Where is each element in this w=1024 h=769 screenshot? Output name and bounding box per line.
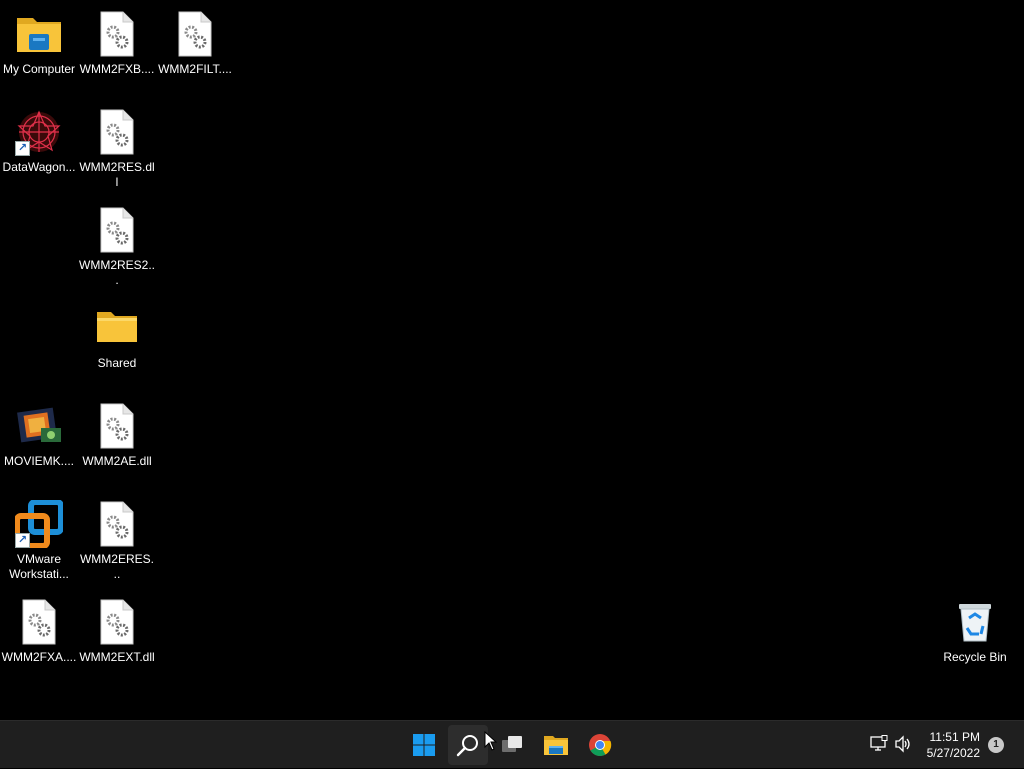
desktop-icon-shared-folder[interactable]: Shared (78, 298, 156, 394)
dll-file-icon (171, 10, 219, 58)
desktop-icon-wmm2filt[interactable]: WMM2FILT.... (156, 4, 234, 100)
system-tray: 11:51 PM 5/27/2022 1 (844, 721, 1024, 769)
desktop: My Computer ↗ DataWagon... MOVIEMK.... ↗… (0, 0, 1024, 720)
folder-icon (93, 304, 141, 352)
desktop-icon-label: WMM2FXB.... (79, 62, 155, 76)
taskbar: 11:51 PM 5/27/2022 1 (0, 720, 1024, 768)
chrome-button[interactable] (580, 725, 620, 765)
network-icon[interactable] (870, 735, 888, 758)
desktop-icon-label: VMware Workstati... (9, 552, 69, 581)
desktop-icon-wmm2res2[interactable]: WMM2RES2... (78, 200, 156, 296)
dll-file-icon (93, 598, 141, 646)
task-view-button[interactable] (492, 725, 532, 765)
recycle-bin-icon (951, 598, 999, 646)
desktop-icon-label: WMM2RES2... (79, 258, 156, 287)
dll-file-icon (93, 10, 141, 58)
mouse-cursor-icon (484, 731, 498, 751)
file-explorer-icon (544, 736, 568, 755)
desktop-icon-label: WMM2EXT.dll (79, 650, 155, 664)
dll-file-icon (93, 402, 141, 450)
moviemaker-app-icon (15, 402, 63, 450)
vmware-app-icon: ↗ (14, 499, 64, 549)
desktop-icon-moviemaker[interactable]: MOVIEMK.... (0, 396, 78, 492)
chrome-icon (589, 734, 612, 756)
volume-icon[interactable] (894, 735, 912, 758)
desktop-icon-label: DataWagon... (2, 160, 76, 174)
shortcut-arrow-icon: ↗ (15, 533, 30, 548)
desktop-icon-label: WMM2FILT.... (158, 62, 232, 76)
desktop-icon-wmm2fxb[interactable]: WMM2FXB.... (78, 4, 156, 100)
clock[interactable]: 11:51 PM 5/27/2022 (927, 729, 980, 761)
dll-file-icon (93, 206, 141, 254)
clock-time: 11:51 PM (929, 730, 980, 744)
desktop-icon-label: WMM2AE.dll (82, 454, 152, 468)
dll-file-icon (93, 108, 141, 156)
dll-file-icon (15, 598, 63, 646)
desktop-icon-label: WMM2RES.dll (79, 160, 155, 189)
windows-logo-icon (413, 734, 435, 756)
desktop-icon-wmm2fxa[interactable]: WMM2FXA.... (0, 592, 78, 688)
folder-blue-icon (15, 10, 63, 58)
desktop-icon-label: Recycle Bin (943, 650, 1007, 664)
search-button[interactable] (448, 725, 488, 765)
desktop-icon-my-computer[interactable]: My Computer (0, 4, 78, 100)
file-explorer-button[interactable] (536, 725, 576, 765)
desktop-icon-wmm2ext[interactable]: WMM2EXT.dll (78, 592, 156, 688)
desktop-icon-label: MOVIEMK.... (3, 454, 74, 468)
desktop-icon-label: WMM2ERES... (79, 552, 154, 581)
desktop-icon-label: Shared (97, 356, 137, 370)
notification-badge[interactable]: 1 (988, 737, 1004, 753)
task-view-icon (502, 736, 522, 752)
dll-file-icon (93, 500, 141, 548)
desktop-icon-wmm2eres[interactable]: WMM2ERES... (78, 494, 156, 590)
desktop-icon-wmm2ae[interactable]: WMM2AE.dll (78, 396, 156, 492)
desktop-icon-recycle-bin[interactable]: Recycle Bin (936, 592, 1014, 688)
desktop-icon-wmm2res[interactable]: WMM2RES.dll (78, 102, 156, 198)
desktop-icon-datawagon[interactable]: ↗ DataWagon... (0, 102, 78, 198)
start-button[interactable] (404, 725, 444, 765)
shortcut-arrow-icon: ↗ (15, 141, 30, 156)
clock-date: 5/27/2022 (926, 746, 980, 760)
search-icon (456, 735, 478, 757)
desktop-icon-label: WMM2FXA.... (1, 650, 77, 664)
desktop-icon-vmware[interactable]: ↗ VMware Workstati... (0, 494, 78, 590)
desktop-icon-label: My Computer (2, 62, 76, 76)
datawagon-app-icon: ↗ (15, 108, 63, 156)
